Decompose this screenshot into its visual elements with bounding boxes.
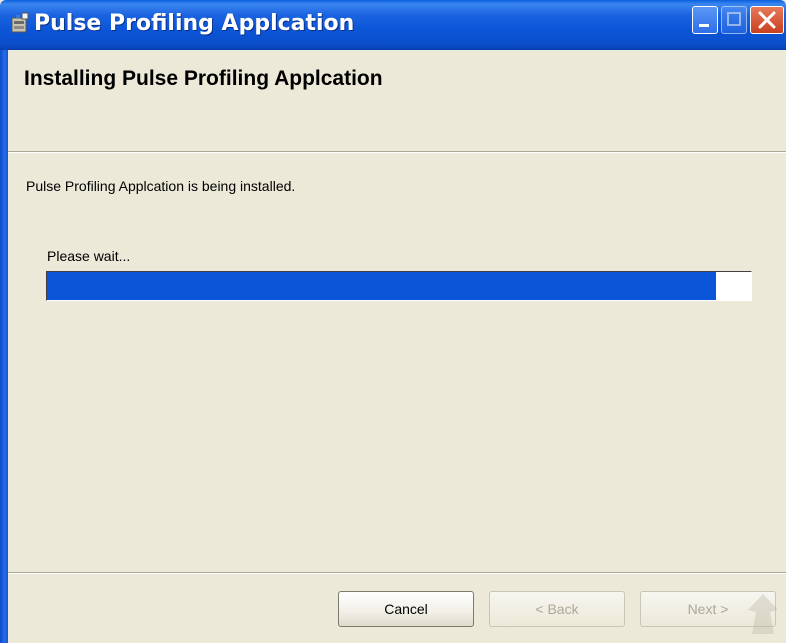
maximize-icon (727, 12, 741, 26)
window-title: Pulse Profiling Applcation (34, 11, 355, 36)
minimize-icon (699, 24, 709, 27)
install-progress-bar (46, 271, 752, 301)
footer-divider-highlight (8, 573, 786, 574)
installer-window: Pulse Profiling Applcation Installing Pu… (0, 0, 786, 643)
watermark-logo (744, 590, 782, 638)
window-border (0, 50, 8, 643)
close-button[interactable] (750, 6, 784, 34)
maximize-button[interactable] (721, 6, 747, 34)
progress-fill (47, 272, 716, 300)
header-panel: Installing Pulse Profiling Applcation (8, 50, 786, 153)
title-bar[interactable]: Pulse Profiling Applcation (0, 0, 786, 50)
status-text: Pulse Profiling Applcation is being inst… (26, 178, 296, 194)
cancel-button[interactable]: Cancel (338, 591, 474, 627)
page-title: Installing Pulse Profiling Applcation (24, 67, 383, 90)
back-button[interactable]: < Back (489, 591, 625, 627)
minimize-button[interactable] (692, 6, 718, 34)
close-icon (758, 11, 776, 29)
wait-label: Please wait... (47, 248, 131, 264)
installer-icon (10, 12, 30, 34)
